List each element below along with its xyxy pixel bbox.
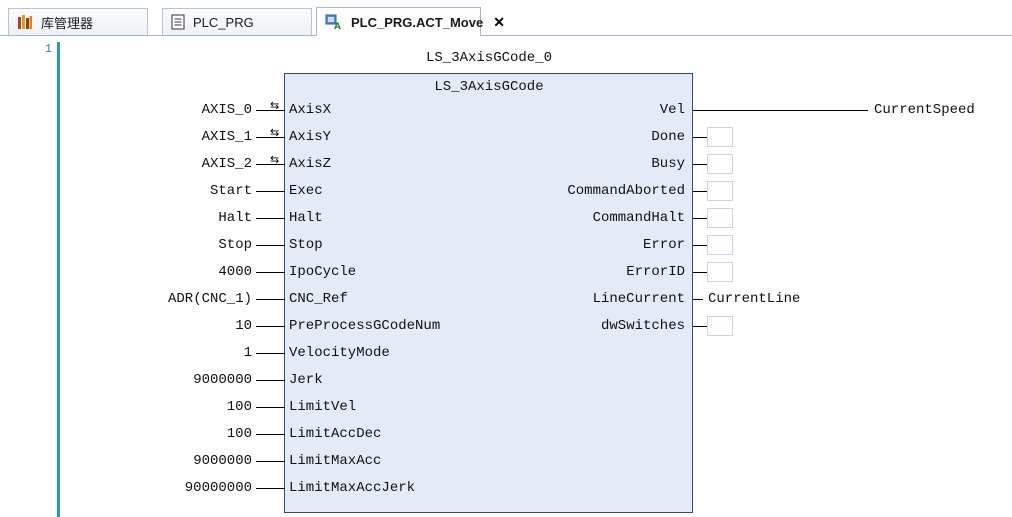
output-wire: [693, 218, 707, 219]
input-pin-name: AxisY: [289, 129, 332, 145]
fb-instance-name[interactable]: LS_3AxisGCode_0: [284, 50, 694, 66]
input-wire: [256, 326, 285, 327]
empty-output-assignment[interactable]: [707, 235, 733, 255]
inout-arrow-icon: ⇆: [270, 99, 280, 112]
input-value[interactable]: 9000000: [193, 370, 252, 390]
output-target-variable[interactable]: CurrentSpeed: [874, 100, 975, 120]
svg-text:A: A: [334, 22, 341, 30]
input-pin-name: VelocityMode: [289, 345, 390, 361]
output-pin-name: Error: [642, 237, 685, 253]
input-wire: [256, 272, 285, 273]
output-target-variable[interactable]: CurrentLine: [708, 289, 800, 309]
output-pin-name: ErrorID: [626, 264, 685, 280]
tab-strip-divider: [0, 35, 1012, 36]
output-pin-name: Vel: [659, 102, 685, 118]
input-wire: [256, 434, 285, 435]
output-wire: [693, 137, 707, 138]
output-wire: [693, 272, 707, 273]
close-tab-icon[interactable]: ✕: [493, 14, 505, 31]
output-wire: [693, 110, 868, 111]
input-pin-name: LimitMaxAccJerk: [289, 480, 416, 496]
output-wire: [693, 191, 707, 192]
output-pin-name: CommandHalt: [592, 210, 685, 226]
input-value[interactable]: Start: [210, 181, 252, 201]
input-value[interactable]: AXIS_2: [202, 154, 252, 174]
editor-tab-strip: 库管理器 PLC_PRG A PLC_PRG.ACT_Move ✕: [0, 0, 1012, 36]
output-pin-name: LineCurrent: [592, 291, 685, 307]
input-value[interactable]: AXIS_1: [202, 127, 252, 147]
tab-library-manager[interactable]: 库管理器: [8, 8, 148, 35]
input-pin-name: CNC_Ref: [289, 291, 348, 307]
input-pin-name: IpoCycle: [289, 264, 357, 280]
gutter-accent-bar: [57, 42, 60, 517]
input-value[interactable]: AXIS_0: [202, 100, 252, 120]
input-value[interactable]: Stop: [218, 235, 252, 255]
tab-plc-prg[interactable]: PLC_PRG: [162, 8, 312, 35]
fb-type-name: LS_3AxisGCode: [434, 79, 544, 95]
input-value[interactable]: 100: [227, 424, 252, 444]
output-wire: [693, 245, 707, 246]
input-value[interactable]: 90000000: [185, 478, 252, 498]
output-pin-name: dwSwitches: [600, 318, 685, 334]
tab-label: PLC_PRG: [193, 14, 254, 30]
output-wire: [693, 299, 703, 300]
input-pin-name: LimitAccDec: [289, 426, 382, 442]
input-wire: [256, 191, 285, 192]
input-pin-name: LimitVel: [289, 399, 357, 415]
empty-output-assignment[interactable]: [707, 181, 733, 201]
input-wire: [256, 407, 285, 408]
input-pin-name: Jerk: [289, 372, 323, 388]
output-wire: [693, 326, 707, 327]
input-value[interactable]: Halt: [218, 208, 252, 228]
input-pin-name: Stop: [289, 237, 323, 253]
library-icon: [17, 14, 33, 30]
empty-output-assignment[interactable]: [707, 127, 733, 147]
input-wire: [256, 461, 285, 462]
action-icon: A: [325, 14, 343, 32]
tab-label: 库管理器: [41, 15, 94, 31]
empty-output-assignment[interactable]: [707, 208, 733, 228]
tab-label: PLC_PRG.ACT_Move: [351, 14, 484, 30]
output-pin-name: CommandAborted: [567, 183, 685, 199]
output-pin-name: Done: [651, 129, 685, 145]
empty-output-assignment[interactable]: [707, 316, 733, 336]
input-value[interactable]: 9000000: [193, 451, 252, 471]
input-pin-name: Exec: [289, 183, 323, 199]
input-pin-name: LimitMaxAcc: [289, 453, 382, 469]
input-pin-name: AxisZ: [289, 156, 332, 172]
input-wire: [256, 488, 285, 489]
input-value[interactable]: 4000: [218, 262, 252, 282]
output-wire: [693, 164, 707, 165]
input-pin-name: PreProcessGCodeNum: [289, 318, 441, 334]
input-wire: [256, 218, 285, 219]
document-icon: [171, 14, 185, 30]
input-value[interactable]: 1: [244, 343, 252, 363]
empty-output-assignment[interactable]: [707, 154, 733, 174]
line-number: 1: [44, 42, 52, 56]
empty-output-assignment[interactable]: [707, 262, 733, 282]
tab-plc-prg-act-move[interactable]: A PLC_PRG.ACT_Move ✕: [316, 7, 505, 36]
input-pin-name: Halt: [289, 210, 323, 226]
input-value[interactable]: 10: [235, 316, 252, 336]
inout-arrow-icon: ⇆: [270, 153, 280, 166]
input-wire: [256, 245, 285, 246]
input-value[interactable]: ADR(CNC_1): [168, 289, 252, 309]
input-pin-name: AxisX: [289, 102, 332, 118]
input-wire: [256, 299, 285, 300]
inout-arrow-icon: ⇆: [270, 126, 280, 139]
output-pin-name: Busy: [651, 156, 685, 172]
input-wire: [256, 353, 285, 354]
input-wire: [256, 380, 285, 381]
input-value[interactable]: 100: [227, 397, 252, 417]
